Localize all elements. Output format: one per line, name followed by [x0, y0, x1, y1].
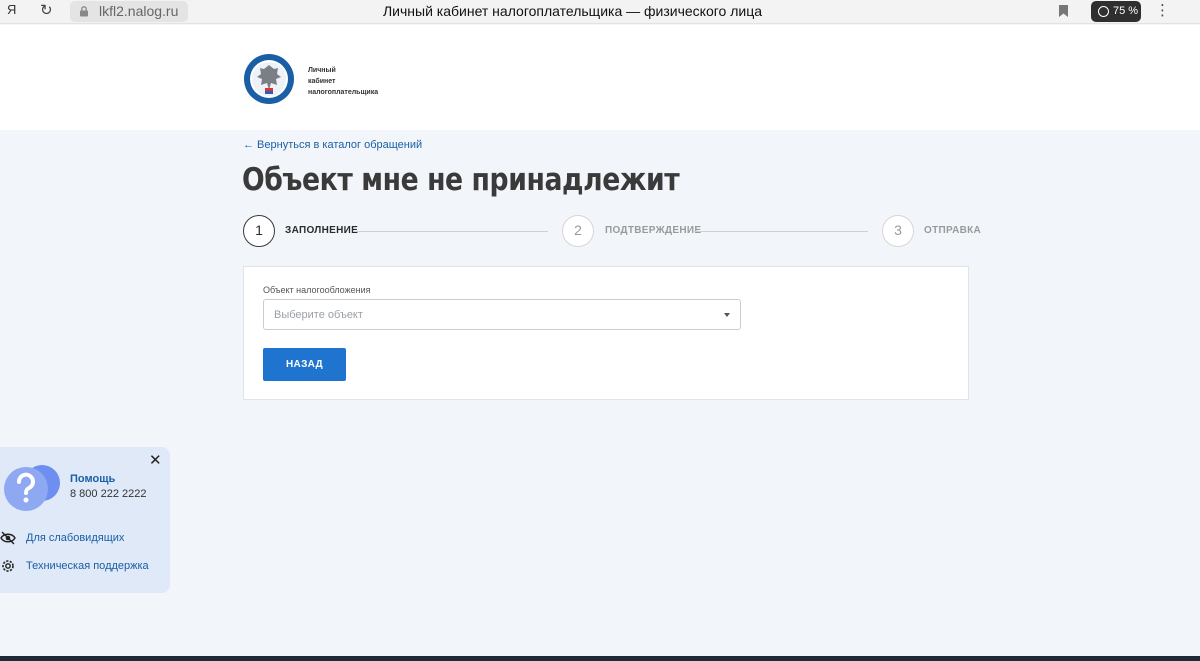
- tab-title: Личный кабинет налогоплательщика — физич…: [382, 3, 763, 19]
- logo-text: Личный кабинет налогоплательщика: [308, 65, 398, 98]
- eye-slash-icon: [0, 531, 16, 545]
- url-text: lkfl2.nalog.ru: [99, 3, 179, 19]
- accessibility-link-label: Для слабовидящих: [26, 532, 125, 544]
- back-button[interactable]: НАЗАД: [263, 348, 346, 381]
- more-menu-icon[interactable]: ⋮: [1155, 1, 1170, 19]
- chevron-down-icon: [724, 313, 730, 317]
- tech-support-link-label: Техническая поддержка: [26, 560, 149, 572]
- help-phone: 8 800 222 2222: [70, 488, 147, 500]
- step-3-label: ОТПРАВКА: [924, 225, 982, 236]
- step-3-circle: 3: [882, 215, 914, 247]
- footer-edge: [0, 656, 1200, 661]
- step-1-circle: 1: [243, 215, 275, 247]
- step-1-label: ЗАПОЛНЕНИЕ: [285, 225, 359, 236]
- step-2-circle: 2: [562, 215, 594, 247]
- progress-steps: 1 ЗАПОЛНЕНИЕ 2 ПОДТВЕРЖДЕНИЕ 3 ОТПРАВКА: [243, 215, 981, 247]
- zoom-indicator[interactable]: 75 %: [1091, 1, 1141, 22]
- select-placeholder: Выберите объект: [274, 309, 363, 321]
- zoom-icon: [1098, 6, 1109, 17]
- logo-text-line: Личный: [308, 67, 336, 74]
- accessibility-link[interactable]: Для слабовидящих: [0, 530, 150, 546]
- step-connector: [353, 231, 548, 232]
- question-mark-icon: [4, 465, 60, 511]
- address-bar[interactable]: lkfl2.nalog.ru: [70, 1, 188, 22]
- tax-object-label: Объект налогообложения: [263, 285, 371, 295]
- zoom-value: 75 %: [1113, 5, 1139, 17]
- yandex-logo-icon[interactable]: Я: [7, 2, 16, 17]
- back-to-catalog-link[interactable]: ← Вернуться в каталог обращений: [243, 139, 422, 151]
- logo-text-line: кабинет: [308, 78, 336, 85]
- bookmark-icon[interactable]: [1059, 5, 1068, 17]
- logo-text-line: налогоплательщика: [308, 89, 379, 96]
- step-2-label: ПОДТВЕРЖДЕНИЕ: [605, 225, 702, 236]
- gear-icon: [2, 560, 14, 572]
- form-card: Объект налогообложения Выберите объект Н…: [243, 266, 969, 400]
- page-title: Объект мне не принадлежит: [242, 162, 680, 198]
- site-header: Личный кабинет налогоплательщика: [0, 25, 1200, 130]
- reload-icon[interactable]: ↻: [40, 1, 53, 19]
- fns-emblem-logo[interactable]: [243, 53, 295, 105]
- tech-support-link[interactable]: Техническая поддержка: [0, 558, 160, 574]
- close-icon[interactable]: ✕: [149, 453, 162, 468]
- browser-toolbar: Я ↻ lkfl2.nalog.ru Личный кабинет налого…: [0, 0, 1200, 24]
- help-widget: ✕ Помощь 8 800 222 2222 Для слабовидящих…: [0, 447, 170, 593]
- step-connector: [693, 231, 868, 232]
- tax-object-select[interactable]: Выберите объект: [263, 299, 741, 330]
- lock-icon: [80, 6, 88, 17]
- help-title: Помощь: [70, 473, 116, 485]
